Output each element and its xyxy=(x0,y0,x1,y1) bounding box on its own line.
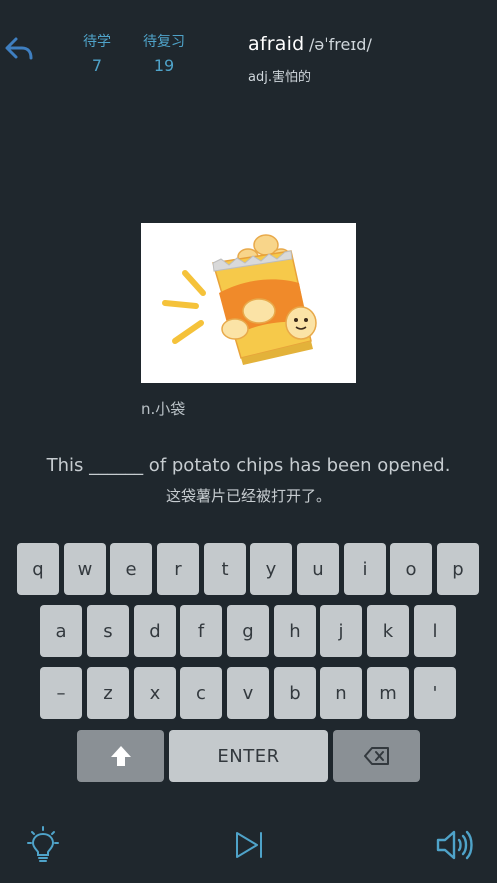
key-r[interactable]: r xyxy=(157,543,199,595)
backspace-icon xyxy=(363,747,389,765)
key-q[interactable]: q xyxy=(17,543,59,595)
key-h[interactable]: h xyxy=(274,605,316,657)
example-sentence: This ______ of potato chips has been ope… xyxy=(46,455,451,476)
key-v[interactable]: v xyxy=(227,667,269,719)
shift-key[interactable] xyxy=(77,730,164,782)
key-p[interactable]: p xyxy=(437,543,479,595)
key-z[interactable]: z xyxy=(87,667,129,719)
stat-to-review: 待复习 19 xyxy=(136,34,192,75)
hint-button[interactable] xyxy=(23,825,63,865)
word-phonetic: /əˈfreɪd/ xyxy=(309,35,372,54)
word-image xyxy=(141,223,356,383)
stat-to-learn: 待学 7 xyxy=(73,34,121,75)
key-k[interactable]: k xyxy=(367,605,409,657)
key-t[interactable]: t xyxy=(204,543,246,595)
potato-chips-bag-icon xyxy=(162,234,317,365)
key-d[interactable]: d xyxy=(134,605,176,657)
key-u[interactable]: u xyxy=(297,543,339,595)
sound-button[interactable] xyxy=(435,825,475,865)
skip-next-icon xyxy=(236,832,262,858)
key-m[interactable]: m xyxy=(367,667,409,719)
stat-to-review-count: 19 xyxy=(153,56,175,75)
key-j[interactable]: j xyxy=(320,605,362,657)
stat-to-learn-label: 待学 xyxy=(83,34,111,50)
key-l[interactable]: l xyxy=(414,605,456,657)
key-y[interactable]: y xyxy=(250,543,292,595)
key-i[interactable]: i xyxy=(344,543,386,595)
enter-key[interactable]: ENTER xyxy=(169,730,328,782)
lightbulb-icon xyxy=(27,826,59,862)
word-title: afraid xyxy=(248,33,305,55)
speaker-icon xyxy=(436,830,473,860)
key-dash[interactable]: – xyxy=(40,667,82,719)
key-b[interactable]: b xyxy=(274,667,316,719)
key-c[interactable]: c xyxy=(180,667,222,719)
key-apostrophe[interactable]: ' xyxy=(414,667,456,719)
back-arrow-icon xyxy=(5,37,33,60)
word-meaning: n.小袋 xyxy=(141,400,186,418)
stat-to-review-label: 待复习 xyxy=(143,34,185,50)
skip-button[interactable] xyxy=(229,825,269,865)
key-o[interactable]: o xyxy=(390,543,432,595)
word-definition: adj.害怕的 xyxy=(248,70,311,85)
stat-to-learn-count: 7 xyxy=(91,56,103,75)
key-x[interactable]: x xyxy=(134,667,176,719)
key-g[interactable]: g xyxy=(227,605,269,657)
keyboard: q w e r t y u i o p a s d f g h j k l – … xyxy=(0,0,497,883)
key-s[interactable]: s xyxy=(87,605,129,657)
backspace-key[interactable] xyxy=(333,730,420,782)
back-button[interactable] xyxy=(4,34,36,64)
key-a[interactable]: a xyxy=(40,605,82,657)
key-n[interactable]: n xyxy=(320,667,362,719)
key-w[interactable]: w xyxy=(64,543,106,595)
key-e[interactable]: e xyxy=(110,543,152,595)
shift-arrow-icon xyxy=(110,746,131,766)
example-translation: 这袋薯片已经被打开了。 xyxy=(165,487,331,505)
key-f[interactable]: f xyxy=(180,605,222,657)
